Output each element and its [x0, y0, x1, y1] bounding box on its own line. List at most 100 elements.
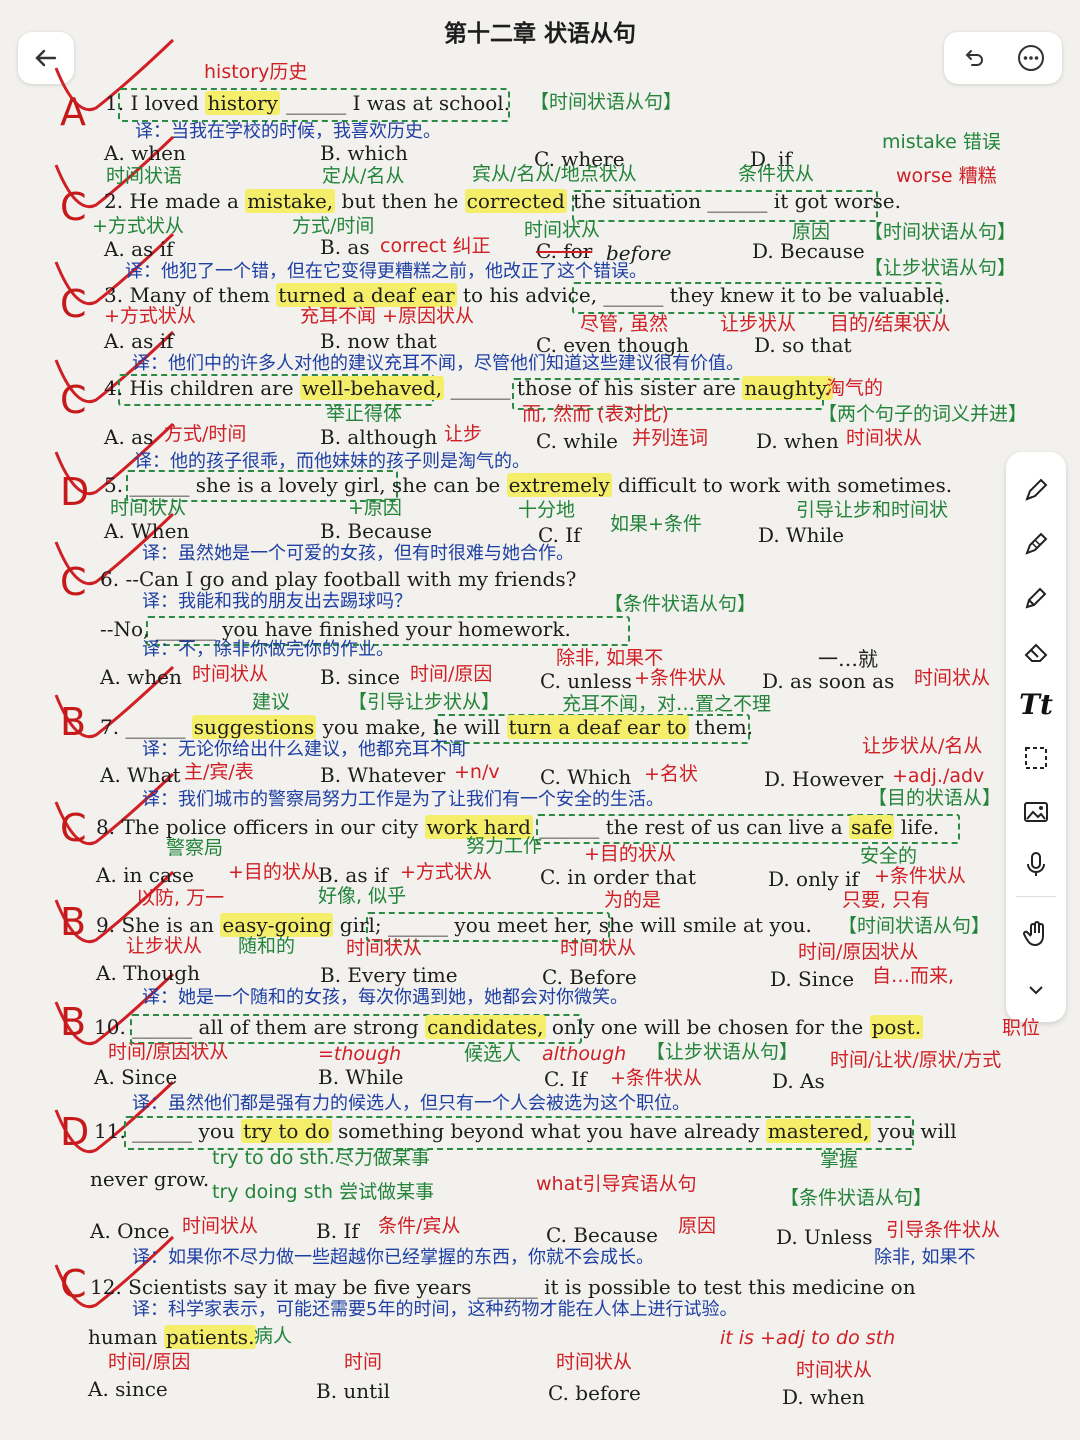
answer-grade: B: [60, 900, 87, 944]
text-tool-icon: Tt: [1019, 687, 1053, 721]
annotation: 除非, 如果不: [874, 1247, 976, 1268]
more-options-button[interactable]: [1003, 44, 1059, 72]
annotation: +adj./adv: [892, 765, 985, 787]
option-d: D. However: [764, 767, 884, 791]
option-c: C. If: [544, 1067, 587, 1091]
translation: 译：虽然她是一个可爱的女孩，但有时很难与她合作。: [142, 543, 574, 564]
option-c: C. Because: [546, 1223, 658, 1247]
annotation: worse 糟糕: [896, 165, 997, 187]
worksheet-page: 第十二章 状语从句 Tt A C C C D C B C B B D C his…: [0, 0, 1080, 1440]
annotation: +方式状从: [104, 305, 196, 327]
annotation: 时间状从: [914, 667, 991, 689]
annotation: 时间状从: [796, 1359, 873, 1381]
annotation: 主/宾/表: [184, 761, 254, 783]
annotation: 除非, 如果不: [556, 647, 664, 669]
annotation: 时间/原因: [410, 663, 493, 685]
translation: 译：我能和我的朋友出去踢球吗？: [142, 591, 412, 612]
collapse-toolbar-button[interactable]: [1014, 970, 1058, 1010]
question-9: 9. She is an easy-going girl; ______ you…: [96, 913, 812, 937]
text-tool[interactable]: Tt: [1014, 684, 1058, 724]
option-d: D. only if: [768, 867, 859, 891]
option-a: A. Though: [96, 961, 200, 985]
annotation: +目的状从: [228, 861, 320, 883]
question-11: 11. ______ you try to do something beyon…: [94, 1119, 957, 1143]
annotation: 时间/原因: [108, 1351, 191, 1373]
option-b: B. as if: [318, 863, 388, 887]
annotation: correct 纠正: [380, 235, 491, 257]
undo-button[interactable]: [947, 46, 1003, 70]
annotation: 只要, 只有: [842, 889, 931, 911]
option-a: A. When: [104, 519, 190, 543]
annotation: 时间/原因状从: [798, 941, 919, 963]
question-10: 10. ______ all of them are strong candid…: [94, 1015, 924, 1039]
option-b: B. Whatever: [320, 763, 446, 787]
option-a: A. Once: [90, 1219, 170, 1243]
option-b: B. until: [316, 1379, 391, 1403]
annotation: 充耳不闻，对…置之不理: [562, 693, 772, 715]
pencil-tool[interactable]: [1014, 524, 1058, 564]
translation: 译：如果你不尽力做一些超越你已经掌握的东西，你就不会成长。: [132, 1247, 654, 1268]
question-6-line-2: --No, ______ you have finished your home…: [100, 617, 571, 641]
hand-tool[interactable]: [1014, 914, 1058, 954]
more-options-icon: [1018, 45, 1044, 71]
clause-tag: 【时间状语从句】: [864, 221, 1017, 243]
option-c: C. before: [548, 1381, 641, 1405]
option-d: D. as soon as: [762, 669, 895, 693]
answer-grade: A: [60, 90, 86, 134]
annotation: 目的/结果状从: [830, 313, 951, 335]
annotation: 安全的: [860, 845, 918, 867]
highlighter-icon: [1025, 587, 1047, 609]
clause-tag: 【条件状语从句】: [604, 593, 757, 615]
annotation: 十分地: [518, 499, 576, 521]
annotation: 为的是: [604, 889, 662, 911]
select-tool[interactable]: [1014, 738, 1058, 778]
pen-tool[interactable]: [1014, 470, 1058, 510]
annotation: 时间状从: [560, 937, 637, 959]
annotation: 时间状从: [524, 219, 601, 241]
annotation: 而, 然而 (表对比): [522, 403, 669, 425]
annotation: 并列连词: [632, 427, 709, 449]
annotation: it is +adj to do sth: [720, 1327, 896, 1349]
translation: 译：无论你给出什么建议，他都充耳不闻: [142, 739, 466, 760]
translation: 译：她是一个随和的女孩，每次你遇到她，她都会对你微笑。: [142, 987, 628, 1008]
microphone-tool[interactable]: [1014, 844, 1058, 884]
question-4: 4. His children are well-behaved, ______…: [104, 376, 833, 400]
option-a: A. as if: [104, 329, 174, 353]
option-c: C. while: [536, 429, 618, 453]
answer-grade: D: [60, 1110, 90, 1154]
highlighter-tool[interactable]: [1014, 578, 1058, 618]
annotation: 时间: [344, 1351, 383, 1373]
annotation: 条件/宾从: [378, 1215, 461, 1237]
pen-icon: [1025, 478, 1048, 501]
annotation: what引导宾语从句: [536, 1173, 697, 1195]
annotation: 原因: [678, 1215, 717, 1237]
annotation: 条件状从: [738, 163, 815, 185]
annotation: 努力工作: [466, 835, 543, 857]
pencil-icon: [1025, 532, 1048, 555]
toolbar-divider: [1016, 896, 1056, 897]
clause-tag: 【让步状语从句】: [646, 1041, 799, 1063]
annotation: 如果+条件: [610, 513, 702, 535]
annotation: 建议: [252, 691, 291, 713]
annotation: 时间状语: [106, 165, 183, 187]
clause-tag: 【时间状语从句】: [838, 915, 991, 937]
annotation: 警察局: [166, 837, 224, 859]
annotation-toolbar: Tt: [1006, 452, 1066, 1022]
answer-grade: C: [60, 806, 87, 850]
eraser-tool[interactable]: [1014, 632, 1058, 672]
annotation: 引导让步和时间状: [796, 499, 949, 521]
answer-grade: B: [60, 700, 87, 744]
question-3: 3. Many of them turned a deaf ear to his…: [104, 283, 951, 307]
annotation: +条件状从: [610, 1067, 702, 1089]
option-a: A. when: [100, 665, 182, 689]
chevron-down-icon: [1029, 986, 1043, 995]
image-tool[interactable]: [1014, 792, 1058, 832]
option-d: D. so that: [754, 333, 852, 357]
answer-grade: C: [60, 378, 87, 422]
annotation: 让步状从/名从: [862, 735, 983, 757]
image-icon: [1024, 802, 1048, 822]
option-b: B. If: [316, 1219, 359, 1243]
option-b: B. While: [318, 1065, 404, 1089]
clause-tag: 【目的状语从】: [868, 787, 1002, 809]
annotation: although: [542, 1043, 627, 1065]
